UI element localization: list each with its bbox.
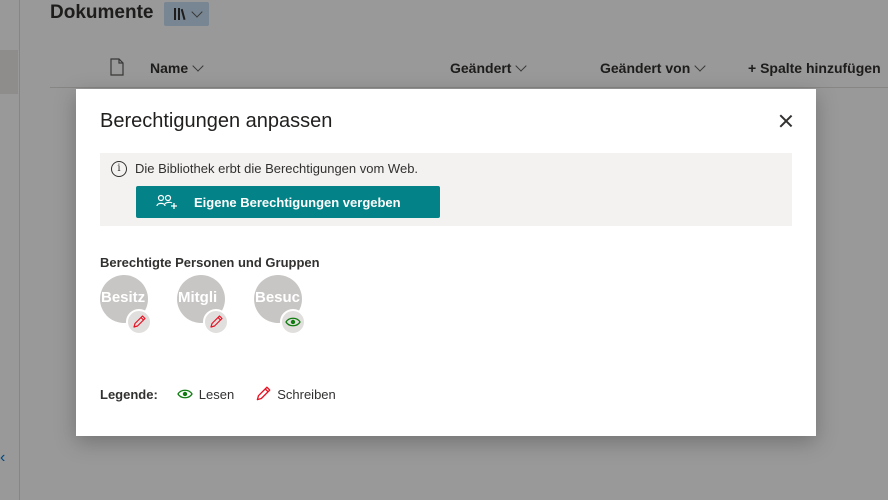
eye-icon (177, 389, 193, 399)
pencil-icon (256, 386, 271, 401)
group-members[interactable]: Mitgli (177, 275, 229, 335)
info-text: Die Bibliothek erbt die Berechtigungen v… (135, 161, 419, 176)
pencil-icon (210, 315, 223, 328)
edit-permission-badge (203, 309, 229, 335)
pencil-icon (133, 315, 146, 328)
info-icon: i (111, 161, 127, 177)
group-initials: Besitz (101, 289, 146, 306)
close-icon[interactable] (774, 109, 798, 133)
eye-icon (285, 317, 301, 327)
group-initials: Mitgli (178, 289, 218, 306)
legend-read: Lesen (176, 387, 234, 402)
read-permission-badge (280, 309, 306, 335)
legend-write: Schreiben (254, 385, 336, 403)
primary-button-label: Eigene Berechtigungen vergeben (194, 194, 401, 210)
legend-write-label: Schreiben (277, 386, 336, 402)
legend-label: Legende: (100, 386, 158, 402)
section-label: Berechtigte Personen und Gruppen (100, 255, 320, 270)
group-owners[interactable]: Besitz (100, 275, 152, 335)
legend-read-label: Lesen (198, 386, 235, 402)
inheritance-info-box: i Die Bibliothek erbt die Berechtigungen… (100, 153, 792, 226)
permissions-dialog: Berechtigungen anpassen i Die Bibliothek… (76, 89, 816, 436)
dialog-title: Berechtigungen anpassen (100, 110, 333, 132)
group-initials: Besuc (255, 289, 301, 306)
group-visitors[interactable]: Besuc (254, 275, 306, 335)
edit-permission-badge (126, 309, 152, 335)
legend: Legende: Lesen Schreiben (100, 385, 356, 403)
people-add-icon (156, 194, 177, 209)
grant-unique-permissions-button[interactable]: Eigene Berechtigungen vergeben (136, 186, 440, 218)
